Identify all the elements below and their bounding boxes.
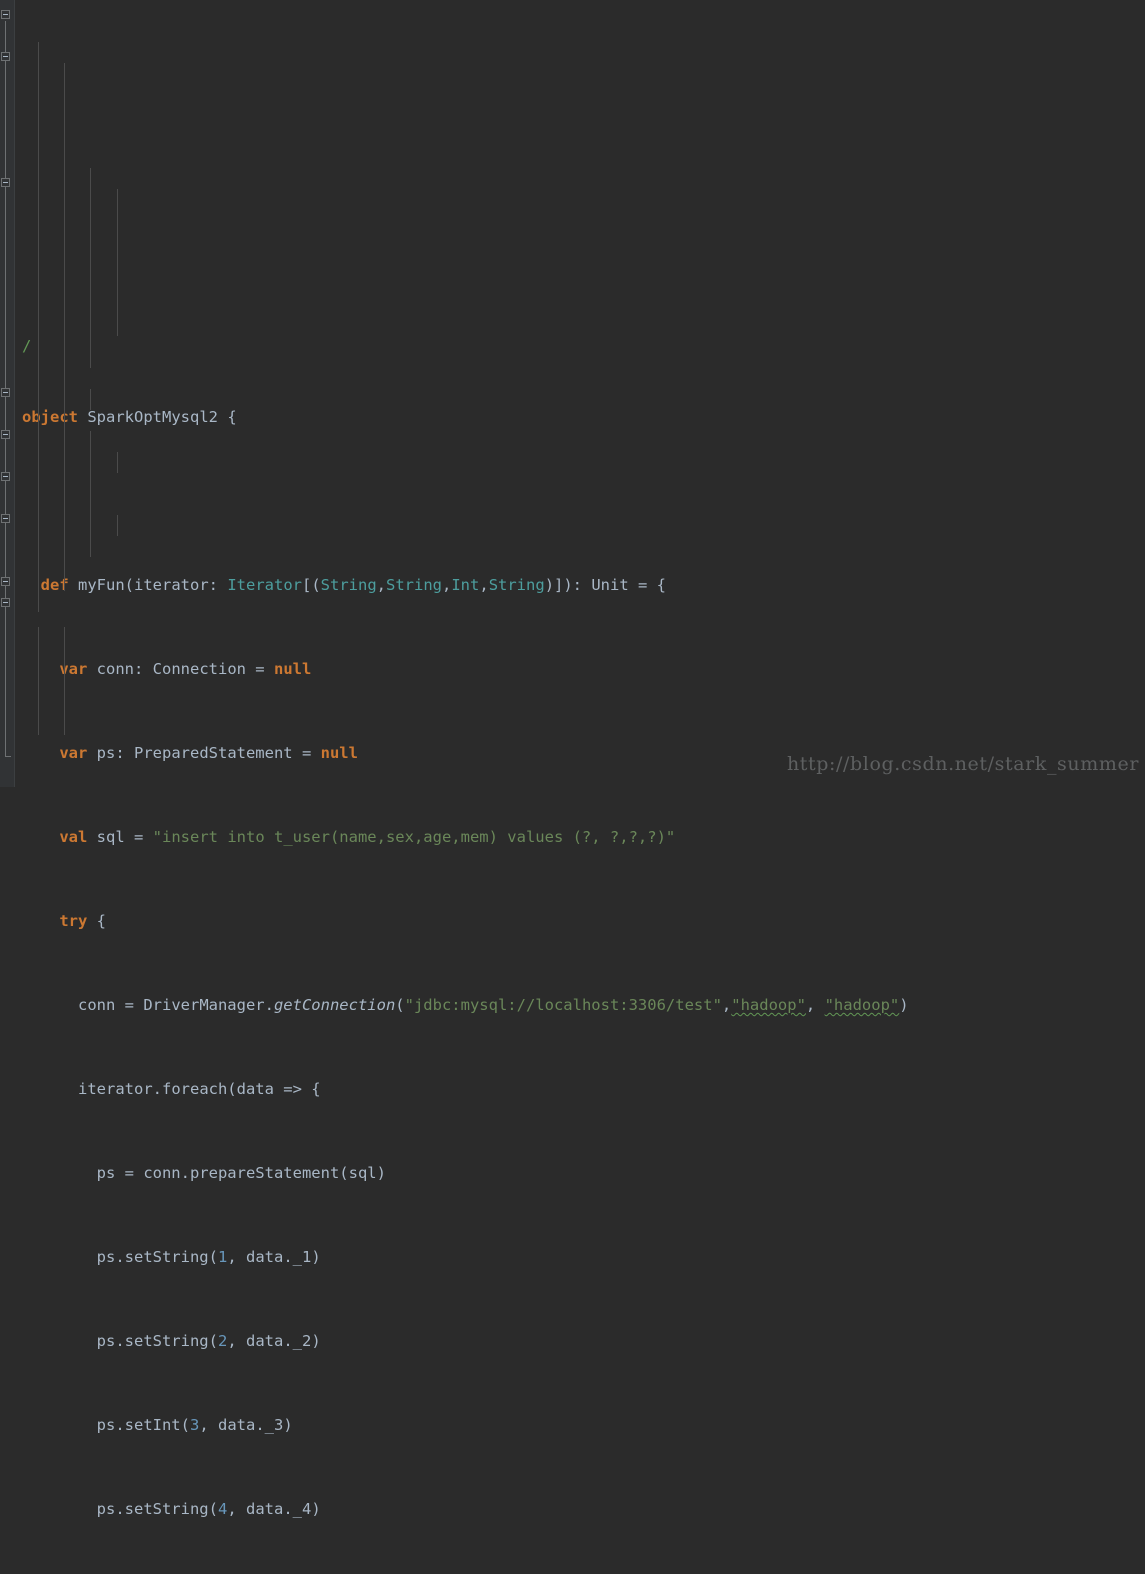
indent-guide: [38, 627, 39, 735]
indent-guide: [117, 189, 118, 336]
code-line-setstring-4[interactable]: ps.setString(4, data._4): [14, 1499, 1145, 1520]
code-line-setstring-2[interactable]: ps.setString(2, data._2): [14, 1331, 1145, 1352]
fold-marker-if-conn[interactable]: [1, 514, 12, 525]
fold-marker-catch[interactable]: [1, 430, 12, 441]
editor-gutter[interactable]: [0, 0, 15, 787]
indent-guide: [117, 452, 118, 473]
fold-marker-myfun[interactable]: [1, 52, 12, 63]
code-line-var-conn[interactable]: var conn: Connection = null: [14, 659, 1145, 680]
indent-guide: [90, 389, 91, 410]
watermark-url: http://blog.csdn.net/stark_summer: [786, 753, 1139, 775]
code-line-object-decl[interactable]: object SparkOptMysql2 {: [14, 407, 1145, 428]
code-line-foreach[interactable]: iterator.foreach(data => {: [14, 1079, 1145, 1100]
code-editor[interactable]: / object SparkOptMysql2 { def myFun(iter…: [0, 0, 1145, 1518]
indent-guide: [64, 63, 65, 591]
indent-guide: [117, 515, 118, 536]
fold-marker-finally[interactable]: [1, 577, 12, 588]
indent-guide: [64, 627, 65, 735]
code-line-val-sql[interactable]: val sql = "insert into t_user(name,sex,a…: [14, 827, 1145, 848]
indent-guide: [38, 42, 39, 612]
fold-marker-main[interactable]: [1, 598, 12, 609]
code-content[interactable]: / object SparkOptMysql2 { def myFun(iter…: [14, 0, 1145, 1518]
indent-guide: [90, 431, 91, 557]
fold-marker-try[interactable]: [1, 178, 12, 189]
fold-marker-object[interactable]: [1, 10, 12, 21]
fold-marker-foreach[interactable]: [1, 388, 12, 399]
code-line-partial-comment: /: [14, 336, 1145, 355]
code-line-setstring-1[interactable]: ps.setString(1, data._1): [14, 1247, 1145, 1268]
code-line-getconnection[interactable]: conn = DriverManager.getConnection("jdbc…: [14, 995, 1145, 1016]
fold-region-end: [5, 756, 11, 757]
indent-guide: [90, 168, 91, 368]
code-line-setint-3[interactable]: ps.setInt(3, data._3): [14, 1415, 1145, 1436]
code-line-preparestatement[interactable]: ps = conn.prepareStatement(sql): [14, 1163, 1145, 1184]
fold-marker-if-ps[interactable]: [1, 472, 12, 483]
partial-comment-slash: /: [22, 337, 32, 355]
code-line-def-myfun[interactable]: def myFun(iterator: Iterator[(String,Str…: [14, 575, 1145, 596]
code-line-try[interactable]: try {: [14, 911, 1145, 932]
